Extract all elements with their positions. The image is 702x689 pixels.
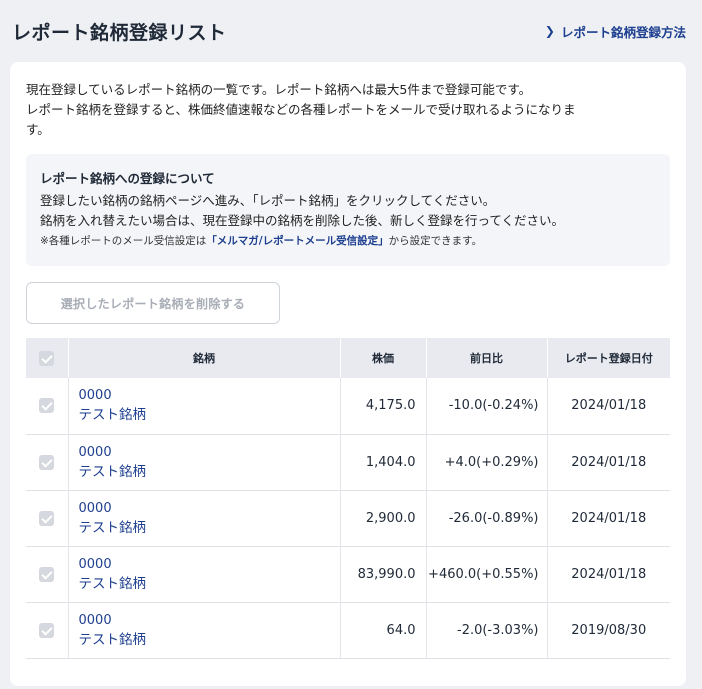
- change-cell: -2.0(-3.03%): [425, 602, 547, 659]
- price-cell: 1,404.0: [339, 434, 426, 491]
- row-checkbox[interactable]: [39, 510, 55, 526]
- table-row: 0000 テスト銘柄 4,175.0 -10.0(-0.24%) 2024/01/18: [26, 378, 670, 435]
- select-all-checkbox[interactable]: [39, 350, 55, 366]
- report-stock-list-page: レポート銘柄登録リスト ❯ レポート銘柄登録方法 現在登録しているレポート銘柄の…: [0, 0, 702, 689]
- stock-cell: 0000 テスト銘柄: [67, 434, 340, 491]
- stock-code: 0000: [78, 444, 112, 460]
- report-stock-table: 銘柄 株価 前日比 レポート登録日付 0000 テスト銘柄 4,175.0 -10.0…: [26, 338, 670, 659]
- stock-cell: 0000 テスト銘柄: [67, 602, 340, 659]
- date-cell: 2024/01/18: [546, 378, 670, 435]
- row-checkbox[interactable]: [39, 566, 55, 582]
- row-checkbox[interactable]: [39, 454, 55, 470]
- stock-cell: 0000 テスト銘柄: [67, 546, 340, 603]
- row-select-cell: [26, 378, 68, 435]
- registration-method-link-label: レポート銘柄登録方法: [560, 24, 686, 40]
- stock-code: 0000: [78, 612, 112, 628]
- table-body: 0000 テスト銘柄 4,175.0 -10.0(-0.24%) 2024/01/18 0…: [26, 378, 670, 659]
- stock-cell: 0000 テスト銘柄: [67, 490, 340, 547]
- change-cell: +460.0(+0.55%): [425, 546, 547, 603]
- notice-title: レポート銘柄への登録について: [40, 171, 215, 186]
- stock-link[interactable]: 0000 テスト銘柄: [69, 443, 340, 482]
- page-title: レポート銘柄登録リスト: [12, 21, 227, 44]
- row-select-cell: [26, 546, 68, 603]
- intro-line: 現在登録しているレポート銘柄の一覧です。レポート銘柄へは最大5件まで登録可能です…: [26, 82, 532, 97]
- mail-settings-label: 「メルマガ/レポートメール受信設定」: [206, 235, 389, 247]
- registration-method-link[interactable]: ❯ レポート銘柄登録方法: [545, 22, 686, 41]
- row-select-cell: [26, 490, 68, 547]
- date-cell: 2024/01/18: [546, 546, 670, 603]
- stock-name: テスト銘柄: [78, 519, 147, 536]
- stock-link[interactable]: 0000 テスト銘柄: [69, 386, 340, 425]
- column-header-price: 株価: [339, 338, 426, 378]
- price-cell: 4,175.0: [339, 378, 426, 435]
- stock-link[interactable]: 0000 テスト銘柄: [69, 611, 340, 650]
- stock-link[interactable]: 0000 テスト銘柄: [69, 499, 340, 538]
- date-cell: 2024/01/18: [546, 490, 670, 547]
- table-header-row: 銘柄 株価 前日比 レポート登録日付: [26, 338, 670, 378]
- table-row: 0000 テスト銘柄 64.0 -2.0(-3.03%) 2019/08/30: [26, 602, 670, 659]
- stock-code: 0000: [78, 500, 112, 516]
- notice-line: 銘柄を入れ替えたい場合は、現在登録中の銘柄を削除した後、新しく登録を行ってくださ…: [40, 213, 565, 228]
- chevron-right-icon: ❯: [544, 24, 555, 38]
- price-cell: 64.0: [339, 602, 426, 659]
- stock-cell: 0000 テスト銘柄: [67, 378, 340, 435]
- page-header: レポート銘柄登録リスト ❯ レポート銘柄登録方法: [0, 0, 702, 62]
- stock-name: テスト銘柄: [78, 407, 147, 424]
- table-row: 0000 テスト銘柄 1,404.0 +4.0(+0.29%) 2024/01/18: [26, 434, 670, 491]
- main-card: 現在登録しているレポート銘柄の一覧です。レポート銘柄へは最大5件まで登録可能です…: [10, 62, 686, 686]
- change-cell: -26.0(-0.89%): [425, 490, 547, 547]
- notice-note-suffix: から設定できます。: [388, 235, 483, 247]
- row-checkbox[interactable]: [39, 398, 55, 414]
- row-select-cell: [26, 602, 68, 659]
- intro-text: 現在登録しているレポート銘柄の一覧です。レポート銘柄へは最大5件まで登録可能です…: [26, 80, 670, 140]
- change-cell: -10.0(-0.24%): [425, 378, 547, 435]
- column-header-change: 前日比: [425, 338, 547, 378]
- price-cell: 2,900.0: [339, 490, 426, 547]
- notice-note-prefix: ※各種レポートのメール受信設定は: [40, 235, 207, 247]
- table-row: 0000 テスト銘柄 2,900.0 -26.0(-0.89%) 2024/01/18: [26, 490, 670, 547]
- stock-name: テスト銘柄: [78, 463, 147, 480]
- change-cell: +4.0(+0.29%): [425, 434, 547, 491]
- column-header-stock: 銘柄: [67, 338, 340, 378]
- column-header-date: レポート登録日付: [546, 338, 670, 378]
- date-cell: 2024/01/18: [546, 434, 670, 491]
- intro-line: レポート銘柄を登録すると、株価終値速報などの各種レポートをメールで受け取れるよう…: [26, 102, 576, 117]
- notice-note: ※各種レポートのメール受信設定は「メルマガ/レポートメール受信設定」から設定でき…: [40, 232, 656, 250]
- row-checkbox[interactable]: [39, 622, 55, 638]
- row-select-cell: [26, 434, 68, 491]
- intro-line: す。: [26, 122, 50, 137]
- stock-name: テスト銘柄: [78, 631, 147, 648]
- registration-notice: レポート銘柄への登録について 登録したい銘柄の銘柄ページへ進み、「レポート銘柄」…: [26, 154, 670, 266]
- select-all-cell: [26, 338, 68, 378]
- stock-name: テスト銘柄: [78, 575, 147, 592]
- table-row: 0000 テスト銘柄 83,990.0 +460.0(+0.55%) 2024/01/1…: [26, 546, 670, 603]
- stock-link[interactable]: 0000 テスト銘柄: [69, 555, 340, 594]
- stock-code: 0000: [78, 556, 112, 572]
- stock-code: 0000: [78, 388, 112, 404]
- date-cell: 2019/08/30: [546, 602, 670, 659]
- notice-line: 登録したい銘柄の銘柄ページへ進み、「レポート銘柄」をクリックしてください。: [40, 193, 496, 208]
- price-cell: 83,990.0: [339, 546, 426, 603]
- delete-selected-button[interactable]: 選択したレポート銘柄を削除する: [26, 282, 280, 324]
